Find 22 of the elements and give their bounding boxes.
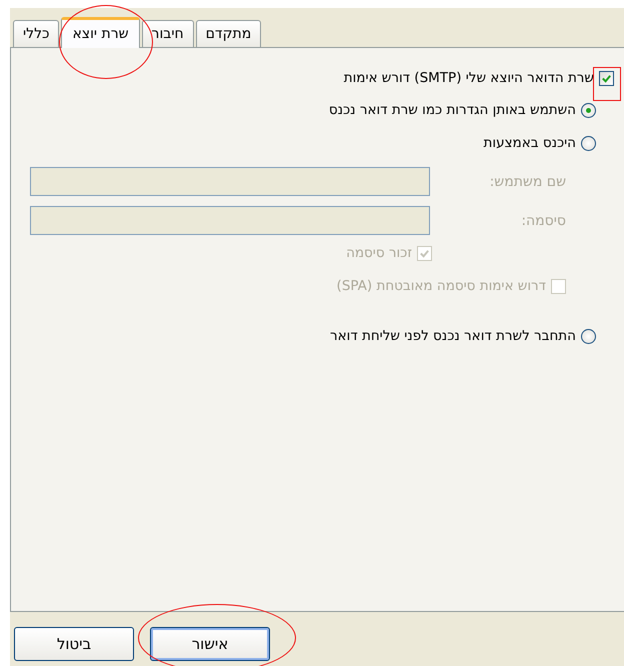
tab[interactable]: כללי	[13, 20, 60, 47]
radio-label: היכנס באמצעות	[484, 135, 576, 151]
check-icon	[601, 72, 612, 84]
input-field[interactable]	[30, 206, 430, 235]
input-field[interactable]	[30, 167, 430, 196]
tab[interactable]: שרת יוצא	[61, 17, 140, 48]
field-label: סיסמה:	[520, 212, 566, 228]
dialog-button[interactable]: אישור	[150, 627, 270, 661]
checkbox[interactable]	[599, 70, 614, 86]
radio-label: התחבר לשרת דואר נכנס לפני שליחת דואר	[330, 328, 576, 344]
radio-button[interactable]	[581, 328, 596, 344]
checkbox-label: שרת הדואר היוצא שלי (SMTP) דורש אימות	[344, 70, 594, 86]
radio-button[interactable]	[581, 136, 596, 150]
field-label: שם משתמש:	[488, 174, 566, 190]
check-icon	[419, 248, 430, 258]
checkbox-label: דרוש אימות סיסמה מאובטחת (SPA)	[336, 278, 546, 294]
tab[interactable]: חיבור	[142, 20, 194, 47]
radio-button[interactable]	[581, 102, 596, 118]
tab[interactable]: מתקדם	[196, 20, 262, 47]
dialog-button[interactable]: ביטול	[14, 627, 134, 661]
radio-label: השתמש באותן הגדרות כמו שרת דואר נכנס	[328, 102, 576, 118]
checkbox-label: זכור סיסמה	[346, 245, 412, 261]
